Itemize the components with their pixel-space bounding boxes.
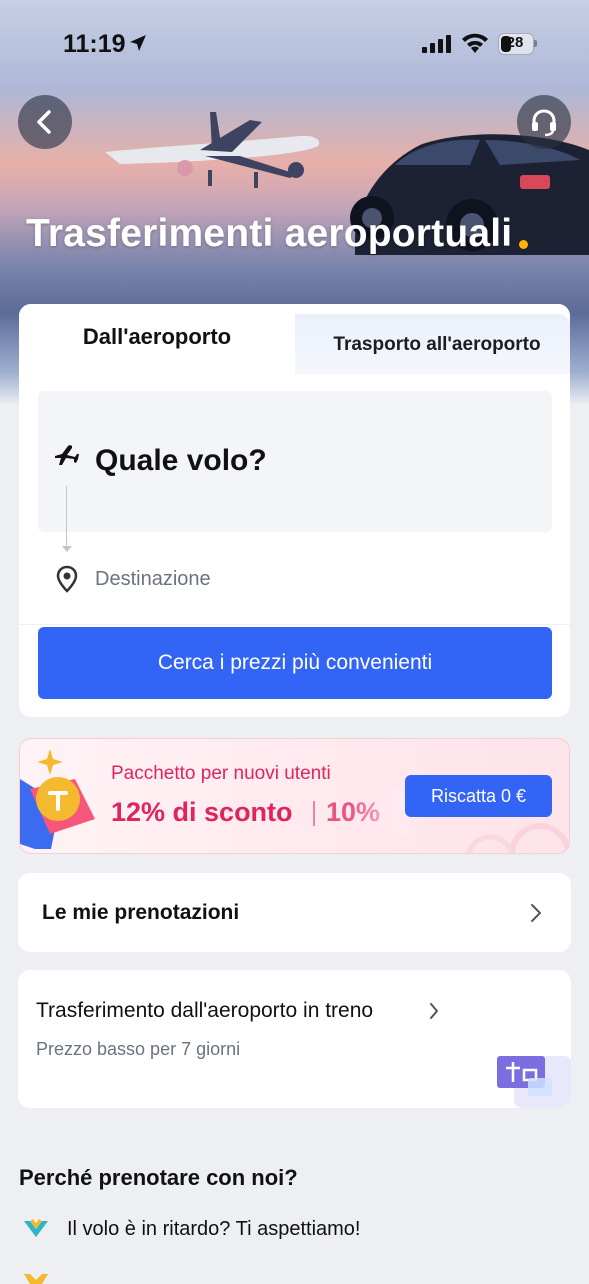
page-title: Trasferimenti aeroportuali (26, 212, 513, 255)
coupon-illustration (20, 749, 95, 849)
battery-indicator: 28 (498, 33, 538, 55)
tab-to-airport-label[interactable]: Trasporto all'aeroporto (307, 334, 567, 356)
status-bar: 11:19 28 (0, 0, 589, 90)
promo-fade (350, 789, 410, 834)
chevron-left-icon (37, 110, 51, 134)
customer-support-button[interactable] (517, 95, 571, 149)
my-bookings-row[interactable]: Le mie prenotazioni (18, 873, 571, 952)
route-connector-arrow (62, 546, 72, 552)
headset-icon (532, 109, 556, 137)
chevron-right-icon (430, 1003, 438, 1019)
airplane-icon (55, 445, 79, 465)
title-accent-dot (519, 240, 528, 249)
reason-item: Il volo è in ritardo? Ti aspettiamo! (67, 1218, 361, 1240)
location-pin-icon (56, 565, 78, 593)
destination-field[interactable]: Destinazione (95, 568, 211, 591)
tab-bar: Dall'aeroporto Trasporto all'aeroporto (19, 304, 570, 374)
search-prices-button[interactable]: Cerca i prezzi più convenienti (38, 627, 552, 699)
battery-level: 28 (506, 34, 524, 51)
status-time: 11:19 (63, 30, 126, 58)
promo-separator (313, 801, 315, 826)
train-ticket-icon (497, 1056, 571, 1108)
reason-icon (24, 1274, 48, 1284)
location-arrow-icon (130, 35, 146, 51)
promo-title: Pacchetto per nuovi utenti (111, 763, 331, 784)
chevron-right-icon (531, 904, 541, 922)
back-button[interactable] (18, 95, 72, 149)
promo-discount-primary: 12% di sconto (111, 797, 293, 827)
search-card: Dall'aeroporto Trasporto all'aeroporto Q… (19, 304, 570, 717)
train-transfer-subtitle: Prezzo basso per 7 giorni (36, 1039, 241, 1059)
tab-from-airport[interactable]: Dall'aeroporto (19, 324, 295, 350)
flight-prompt: Quale volo? (95, 444, 267, 477)
divider (19, 624, 570, 625)
promo-decoration (466, 823, 569, 853)
train-transfer-title: Trasferimento dall'aeroporto in treno (36, 999, 374, 1022)
why-book-title: Perché prenotare con noi? (19, 1165, 298, 1190)
heart-check-icon (24, 1219, 48, 1237)
wifi-icon (462, 33, 488, 53)
new-user-promo-banner[interactable]: Pacchetto per nuovi utenti 12% di sconto… (19, 738, 570, 854)
cellular-signal-icon (422, 35, 451, 53)
train-transfer-card[interactable]: Trasferimento dall'aeroporto in treno Pr… (18, 970, 571, 1108)
route-connector-line (66, 486, 67, 548)
my-bookings-label: Le mie prenotazioni (42, 901, 240, 924)
